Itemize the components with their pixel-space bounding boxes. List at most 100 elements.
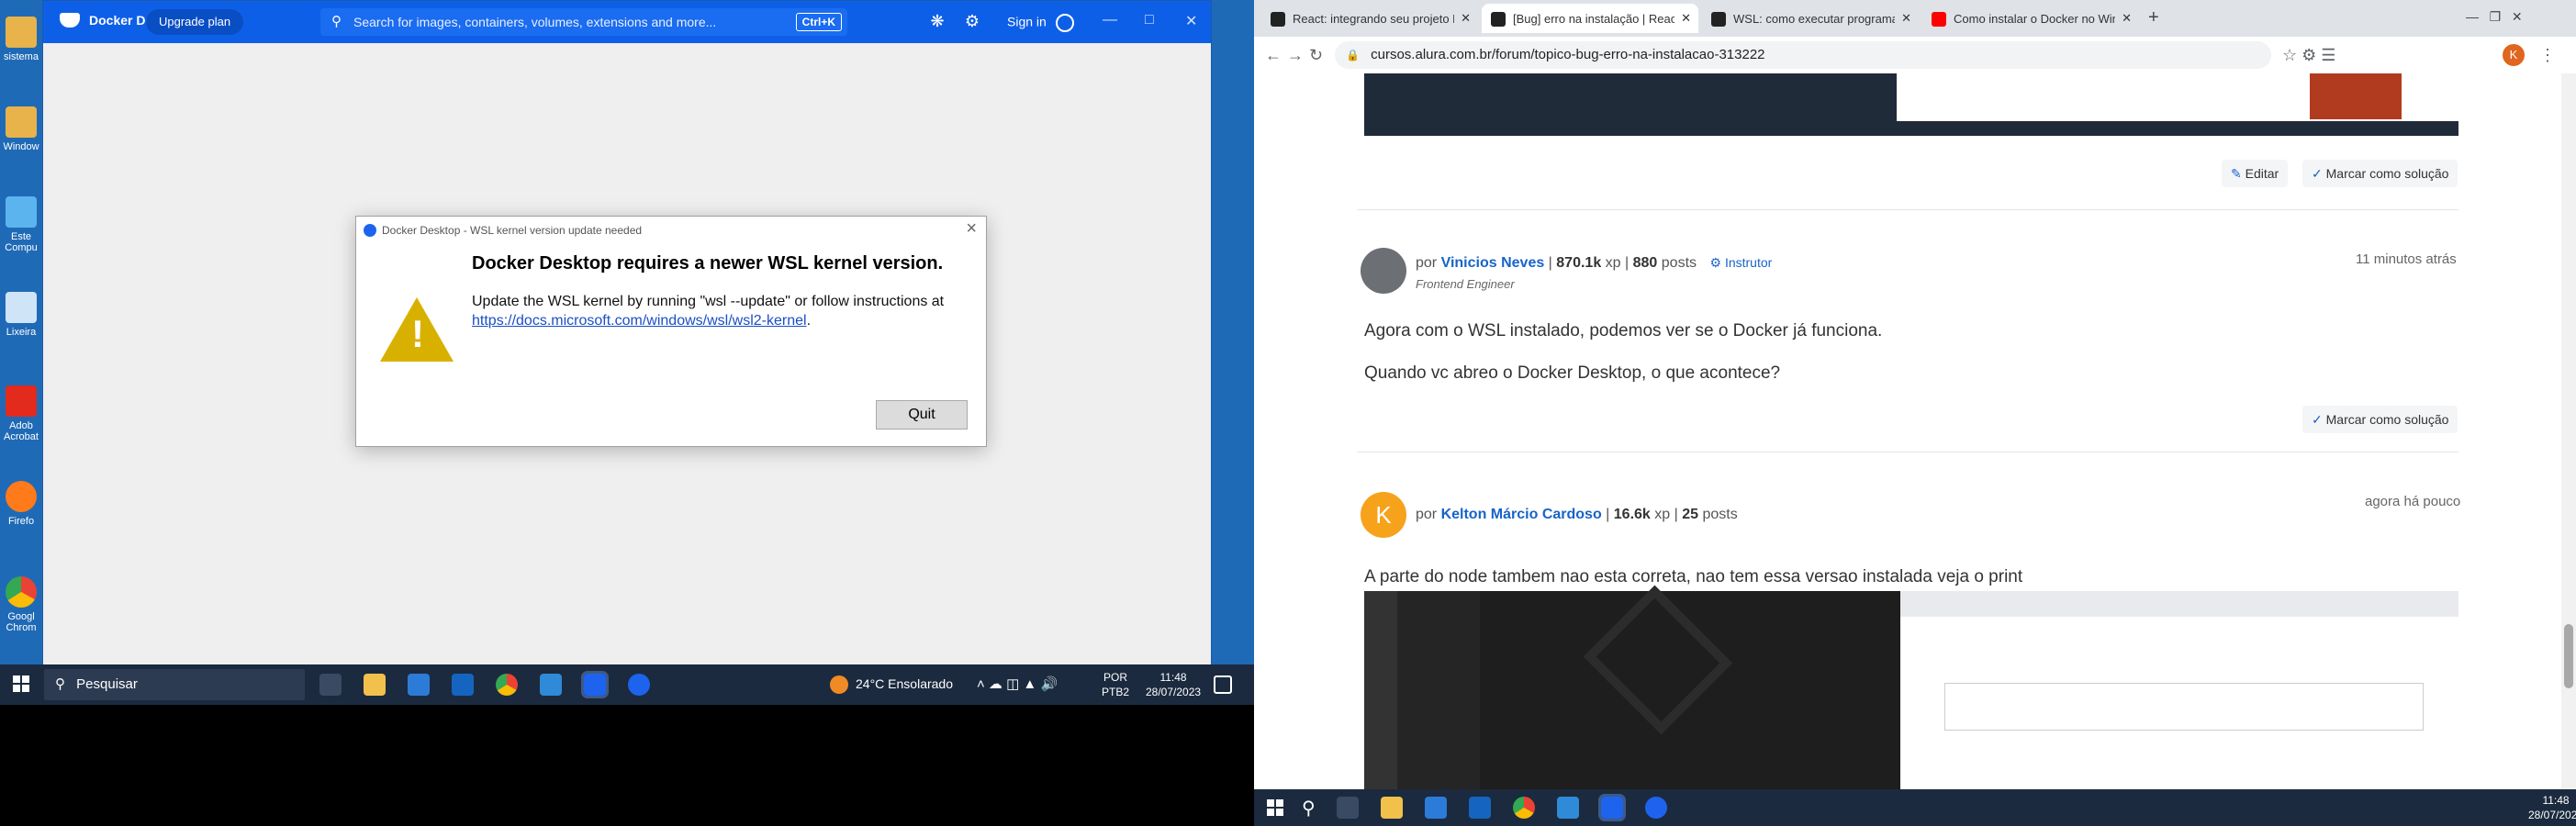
scrollbar[interactable] xyxy=(2561,73,2576,789)
screenshot-thumbnail xyxy=(2310,73,2402,119)
tab-close-icon[interactable]: ✕ xyxy=(2122,4,2132,33)
post-time: agora há pouco xyxy=(2365,494,2461,509)
task-view-icon[interactable] xyxy=(319,674,342,696)
desktop-icon[interactable]: sistema xyxy=(0,17,42,62)
forward-icon[interactable]: → xyxy=(1287,46,1304,65)
tab-close-icon[interactable]: ✕ xyxy=(1681,4,1691,33)
file-explorer-icon[interactable] xyxy=(364,674,386,696)
tab-close-icon[interactable]: ✕ xyxy=(1461,4,1471,33)
author-link[interactable]: Vinicios Neves xyxy=(1441,255,1545,271)
search-icon: ⚲ xyxy=(331,14,342,29)
author-link[interactable]: Kelton Márcio Cardoso xyxy=(1441,507,1602,522)
gear-icon[interactable]: ⚙ xyxy=(963,12,981,30)
vscode-icon[interactable] xyxy=(540,674,562,696)
url-input[interactable]: 🔒 cursos.alura.com.br/forum/topico-bug-e… xyxy=(1335,41,2271,69)
divider xyxy=(1357,209,2458,210)
mark-solution-button[interactable]: ✓ Marcar como solução xyxy=(2302,160,2458,187)
weather-text[interactable]: 24°C Ensolarado xyxy=(856,676,953,691)
docker-taskbar-icon[interactable] xyxy=(1598,794,1626,821)
previous-post-screenshot xyxy=(1364,73,2458,136)
window-controls[interactable]: — ❐ ✕ xyxy=(2466,9,2523,25)
outlook-icon[interactable] xyxy=(452,674,474,696)
left-taskbar: ⚲ Pesquisar 24°C Ensolarado ˄ ☁ ◫ ▲ 🔊 PO… xyxy=(0,664,1254,705)
desktop-icon[interactable]: Firefo xyxy=(0,481,42,527)
minimize-button[interactable]: — xyxy=(1103,12,1117,28)
back-icon[interactable]: ← xyxy=(1265,46,1282,65)
tray-icons[interactable]: ˄ ☁ ◫ ▲ 🔊 xyxy=(977,675,1058,692)
dialog-title: Docker Desktop - WSL kernel version upda… xyxy=(382,224,643,237)
right-taskbar: ⚲ 11:48 28/07/2023 xyxy=(1254,789,2576,826)
docker-taskbar-icon-2[interactable] xyxy=(1645,797,1667,819)
post-text: Quando vc abreo o Docker Desktop, o que … xyxy=(1364,363,1781,383)
desktop-icon[interactable]: Lixeira xyxy=(0,292,42,338)
outlook-icon[interactable] xyxy=(1469,797,1491,819)
sign-in-button[interactable]: Sign in xyxy=(1007,14,1074,32)
docker-search-input[interactable]: ⚲ Search for images, containers, volumes… xyxy=(320,8,847,36)
search-shortcut-badge: Ctrl+K xyxy=(795,13,842,31)
upgrade-plan-button[interactable]: Upgrade plan xyxy=(146,9,244,35)
quit-button[interactable]: Quit xyxy=(876,400,968,430)
store-icon[interactable] xyxy=(1425,797,1447,819)
desktop-icon[interactable]: Googl Chrom xyxy=(0,576,42,633)
address-bar-row: ← → ↻ 🔒 cursos.alura.com.br/forum/topico… xyxy=(1254,37,2576,74)
dialog-heading: Docker Desktop requires a newer WSL kern… xyxy=(472,253,944,273)
docker-taskbar-icon[interactable] xyxy=(581,671,609,698)
youtube-favicon-icon xyxy=(1932,11,1946,27)
close-button[interactable]: ✕ xyxy=(1185,12,1197,30)
browser-tab[interactable]: WSL: como executar programas ✕ xyxy=(1702,4,1919,33)
browser-tab-active[interactable]: [Bug] erro na instalação | React ✕ xyxy=(1482,4,1698,33)
screenshot-code-block xyxy=(1944,683,2424,731)
desktop-icon[interactable]: Este Compu xyxy=(0,196,42,253)
browser-menu-icon[interactable]: ⋮ xyxy=(2539,46,2556,65)
alura-favicon-icon xyxy=(1491,11,1506,27)
bug-report-icon[interactable]: ❋ xyxy=(928,12,946,30)
windows-start-icon[interactable] xyxy=(1267,799,1283,816)
vscode-icon[interactable] xyxy=(1557,797,1579,819)
chrome-icon[interactable] xyxy=(496,674,518,696)
docker-whale-icon xyxy=(60,13,80,28)
dialog-close-icon[interactable]: × xyxy=(966,218,977,240)
folder-icon xyxy=(6,17,37,48)
windows-start-icon[interactable] xyxy=(13,675,29,692)
clock[interactable]: 11:48 28/07/2023 xyxy=(1146,670,1201,699)
browser-tab[interactable]: Como instalar o Docker no Windows✕ xyxy=(1922,4,2139,33)
browser-tab[interactable]: React: integrando seu projeto React✕ xyxy=(1261,4,1478,33)
user-icon xyxy=(1055,14,1074,32)
scrollbar-thumb[interactable] xyxy=(2564,624,2573,688)
maximize-button[interactable]: □ xyxy=(1145,12,1154,28)
language-indicator[interactable]: POR PTB2 xyxy=(1102,670,1129,699)
computer-icon xyxy=(6,196,37,228)
desktop-icon[interactable]: Window xyxy=(0,106,42,152)
folder-icon xyxy=(6,106,37,138)
docker-taskbar-icon-2[interactable] xyxy=(628,674,650,696)
edit-button[interactable]: ✎ Editar xyxy=(2222,160,2289,187)
docker-desktop-window: Docker Desktop Upgrade plan ⚲ Search for… xyxy=(42,0,1212,666)
tab-close-icon[interactable]: ✕ xyxy=(1901,4,1911,33)
desktop-icon[interactable]: Adob Acrobat xyxy=(0,385,42,442)
author-subtitle: Frontend Engineer xyxy=(1416,277,1515,291)
file-explorer-icon[interactable] xyxy=(1381,797,1403,819)
avatar: K xyxy=(1361,492,1406,538)
chrome-icon[interactable] xyxy=(1513,797,1535,819)
forum-page: ✎ Editar ✓ Marcar como solução por Vinic… xyxy=(1254,73,2576,789)
wsl-kernel-link[interactable]: https://docs.microsoft.com/windows/wsl/w… xyxy=(472,313,807,329)
extensions-icons[interactable]: ☆ ⚙ ☰ xyxy=(2282,46,2335,65)
notifications-icon[interactable] xyxy=(1214,675,1232,694)
profile-avatar[interactable]: K xyxy=(2503,44,2525,66)
clock[interactable]: 11:48 28/07/2023 xyxy=(2528,793,2576,822)
screenshot-explorer xyxy=(1397,591,1480,789)
alura-favicon-icon xyxy=(1711,11,1726,27)
post-time: 11 minutos atrás xyxy=(2356,251,2457,267)
task-view-icon[interactable] xyxy=(1337,797,1359,819)
screenshot-vscode-sidebar xyxy=(1364,591,1397,789)
vscode-logo-icon xyxy=(1583,585,1733,735)
avatar xyxy=(1361,248,1406,294)
screenshot-tabs xyxy=(1900,591,2458,617)
new-tab-button[interactable]: + xyxy=(2148,7,2159,28)
store-icon[interactable] xyxy=(408,674,430,696)
search-icon[interactable]: ⚲ xyxy=(1302,797,1316,820)
taskbar-search-input[interactable]: ⚲ Pesquisar xyxy=(44,669,305,700)
screenshot-browser-area xyxy=(1900,591,2458,789)
mark-solution-button[interactable]: ✓ Marcar como solução xyxy=(2302,406,2458,433)
reload-icon[interactable]: ↻ xyxy=(1309,46,1323,65)
